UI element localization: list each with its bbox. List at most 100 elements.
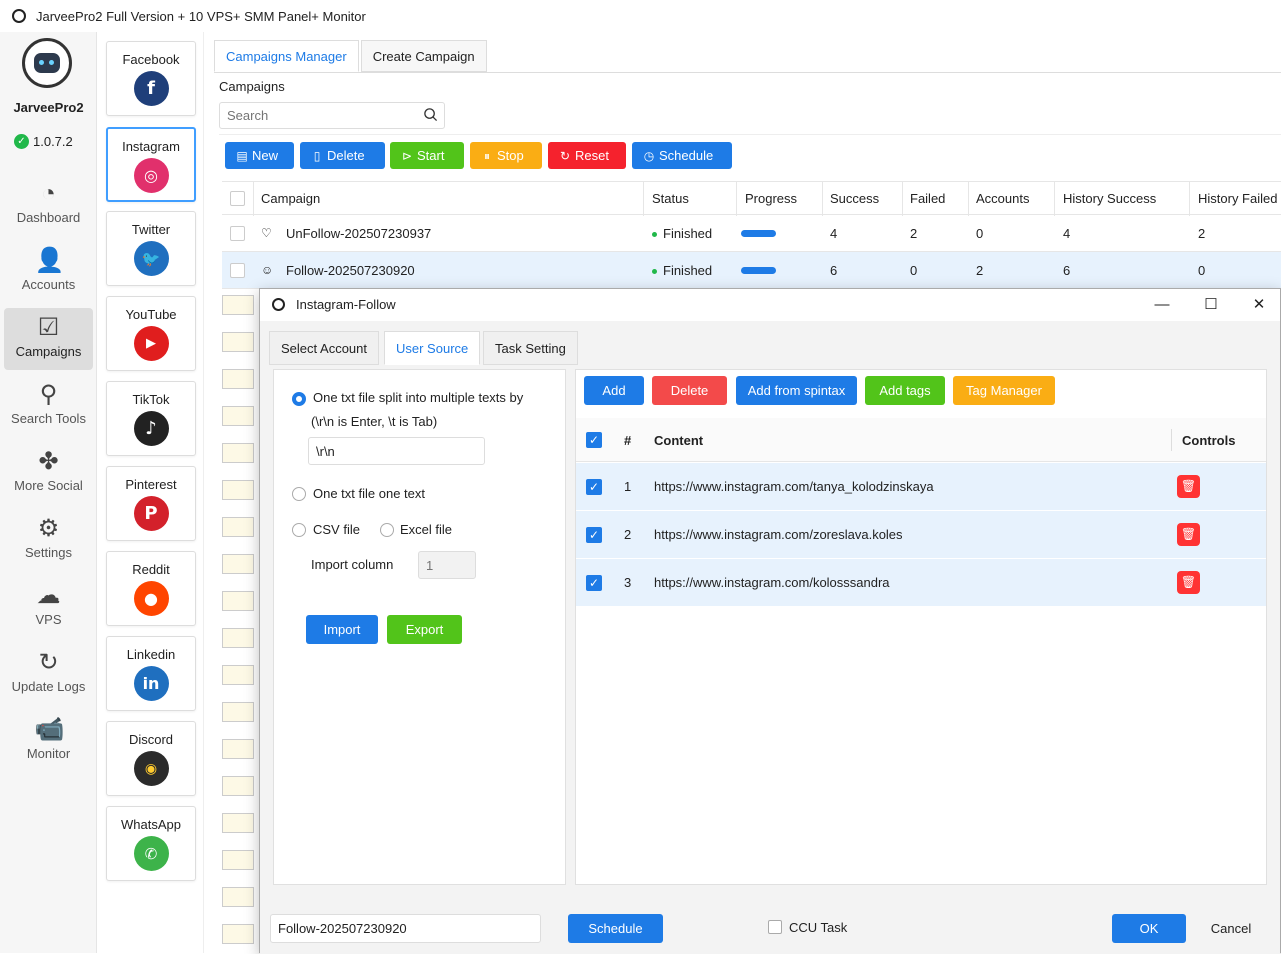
cancel-button[interactable]: Cancel <box>1195 914 1267 943</box>
reddit-icon: ● <box>133 581 169 616</box>
row-checkbox[interactable] <box>222 887 254 907</box>
import-button[interactable]: Import <box>306 615 378 644</box>
export-button[interactable]: Export <box>387 615 462 644</box>
row-checkbox[interactable] <box>222 554 254 574</box>
youtube-icon: ▶ <box>133 326 169 361</box>
row-checkbox[interactable] <box>222 480 254 500</box>
row-checkbox[interactable] <box>222 443 254 463</box>
tab-task-setting[interactable]: Task Setting <box>483 331 578 365</box>
row-checkbox[interactable] <box>222 628 254 648</box>
list-item[interactable]: ✓ 2 https://www.instagram.com/zoreslava.… <box>576 511 1266 559</box>
row-checkbox[interactable] <box>222 295 254 315</box>
column-success[interactable]: Success <box>830 191 879 206</box>
maximize-icon[interactable]: ☐ <box>1198 293 1224 317</box>
search-input[interactable] <box>219 102 445 129</box>
column-accounts[interactable]: Accounts <box>976 191 1029 206</box>
row-checkbox[interactable] <box>222 332 254 352</box>
column-status[interactable]: Status <box>652 191 689 206</box>
table-row[interactable]: ♡ UnFollow-202507230937 Finished 4 2 0 4… <box>222 215 1281 252</box>
tag-manager-button[interactable]: Tag Manager <box>953 376 1055 405</box>
social-card-pinterest[interactable]: Pinterest P <box>106 466 196 541</box>
add-from-spintax-button[interactable]: Add from spintax <box>736 376 857 405</box>
row-checkbox[interactable] <box>222 369 254 389</box>
row-checkbox[interactable] <box>222 665 254 685</box>
trash-icon[interactable]: 🗑 <box>1177 523 1200 546</box>
toolbar-divider <box>219 134 1281 135</box>
row-checkbox[interactable] <box>222 591 254 611</box>
separator-input[interactable] <box>308 437 485 465</box>
sidebar-item-search-tools[interactable]: ⚲ Search Tools <box>4 375 93 437</box>
column-history-success[interactable]: History Success <box>1063 191 1156 206</box>
stop-button[interactable]: ⏸ Stop <box>470 142 542 169</box>
add-tags-button[interactable]: Add tags <box>865 376 945 405</box>
footer-schedule-button[interactable]: Schedule <box>568 914 663 943</box>
radio-one-text[interactable] <box>292 487 306 501</box>
row-checkbox[interactable] <box>222 739 254 759</box>
schedule-button[interactable]: ◷ Schedule <box>632 142 732 169</box>
row-checkbox[interactable] <box>222 702 254 722</box>
trash-icon[interactable]: 🗑 <box>1177 475 1200 498</box>
sidebar-item-monitor[interactable]: 📹 Monitor <box>4 710 93 772</box>
ok-button[interactable]: OK <box>1112 914 1186 943</box>
trash-icon[interactable]: 🗑 <box>1177 571 1200 594</box>
social-card-youtube[interactable]: YouTube ▶ <box>106 296 196 371</box>
row-checkbox[interactable] <box>222 850 254 870</box>
tab-user-source[interactable]: User Source <box>384 331 481 365</box>
list-item[interactable]: ✓ 3 https://www.instagram.com/kolosssand… <box>576 559 1266 607</box>
row-checkbox[interactable] <box>230 262 245 278</box>
sidebar-item-campaigns[interactable]: ☑ Campaigns <box>4 308 93 370</box>
row-checkbox[interactable] <box>222 517 254 537</box>
radio-excel[interactable] <box>380 523 394 537</box>
row-checkbox[interactable] <box>230 225 245 241</box>
minimize-icon[interactable]: — <box>1149 293 1175 317</box>
table-row-selected[interactable]: ☺ Follow-202507230920 Finished 6 0 2 6 0 <box>222 252 1281 289</box>
sidebar-item-update-logs[interactable]: ↻ Update Logs <box>4 643 93 705</box>
social-card-linkedin[interactable]: Linkedin in <box>106 636 196 711</box>
column-campaign[interactable]: Campaign <box>261 191 320 206</box>
sidebar-item-settings[interactable]: ⚙ Settings <box>4 509 93 571</box>
radio-split-file[interactable] <box>292 392 306 406</box>
row-checkbox[interactable] <box>222 776 254 796</box>
row-checkbox[interactable] <box>222 406 254 426</box>
column-progress[interactable]: Progress <box>745 191 797 206</box>
social-card-reddit[interactable]: Reddit ● <box>106 551 196 626</box>
select-all-checkbox[interactable] <box>230 190 245 206</box>
start-button[interactable]: ⊳ Start <box>390 142 464 169</box>
row-checkbox[interactable] <box>222 924 254 944</box>
social-card-facebook[interactable]: Facebook f <box>106 41 196 116</box>
column-history-failed[interactable]: History Failed <box>1198 191 1277 206</box>
import-column-input[interactable] <box>418 551 476 579</box>
tab-campaigns-manager[interactable]: Campaigns Manager <box>214 40 359 72</box>
social-card-whatsapp[interactable]: WhatsApp ✆ <box>106 806 196 881</box>
close-icon[interactable]: ✕ <box>1246 293 1272 317</box>
accounts-icon: 👤 <box>34 247 65 274</box>
social-card-discord[interactable]: Discord ◉ <box>106 721 196 796</box>
sidebar-item-dashboard[interactable]: ◔ Dashboard <box>4 174 93 236</box>
row-content: https://www.instagram.com/tanya_kolodzin… <box>654 479 934 494</box>
campaign-name-input[interactable] <box>270 914 541 943</box>
row-checkbox[interactable] <box>222 813 254 833</box>
social-card-instagram[interactable]: Instagram ◎ <box>106 127 196 202</box>
new-button[interactable]: ▤ New <box>225 142 294 169</box>
column-failed[interactable]: Failed <box>910 191 945 206</box>
delete-button[interactable]: ▯ Delete <box>300 142 385 169</box>
social-card-twitter[interactable]: Twitter 🐦 <box>106 211 196 286</box>
ccu-task-checkbox[interactable] <box>768 920 782 934</box>
reset-button[interactable]: ↻ Reset <box>548 142 626 169</box>
social-card-tiktok[interactable]: TikTok ♪ <box>106 381 196 456</box>
row-checkbox[interactable]: ✓ <box>586 479 602 495</box>
row-checkbox[interactable]: ✓ <box>586 575 602 591</box>
tab-create-campaign[interactable]: Create Campaign <box>360 40 487 72</box>
add-button[interactable]: Add <box>584 376 644 405</box>
delete-button[interactable]: Delete <box>652 376 727 405</box>
discord-icon: ◉ <box>133 751 169 786</box>
radio-csv[interactable] <box>292 523 306 537</box>
row-checkbox[interactable]: ✓ <box>586 527 602 543</box>
sidebar-item-vps[interactable]: ☁ VPS <box>4 576 93 638</box>
list-item[interactable]: ✓ 1 https://www.instagram.com/tanya_kolo… <box>576 463 1266 511</box>
select-all-checkbox[interactable]: ✓ <box>586 432 602 448</box>
sidebar-item-accounts[interactable]: 👤 Accounts <box>4 241 93 303</box>
sidebar-item-more-social[interactable]: ✤ More Social <box>4 442 93 504</box>
tab-select-account[interactable]: Select Account <box>269 331 379 365</box>
search-icon[interactable] <box>423 107 438 122</box>
